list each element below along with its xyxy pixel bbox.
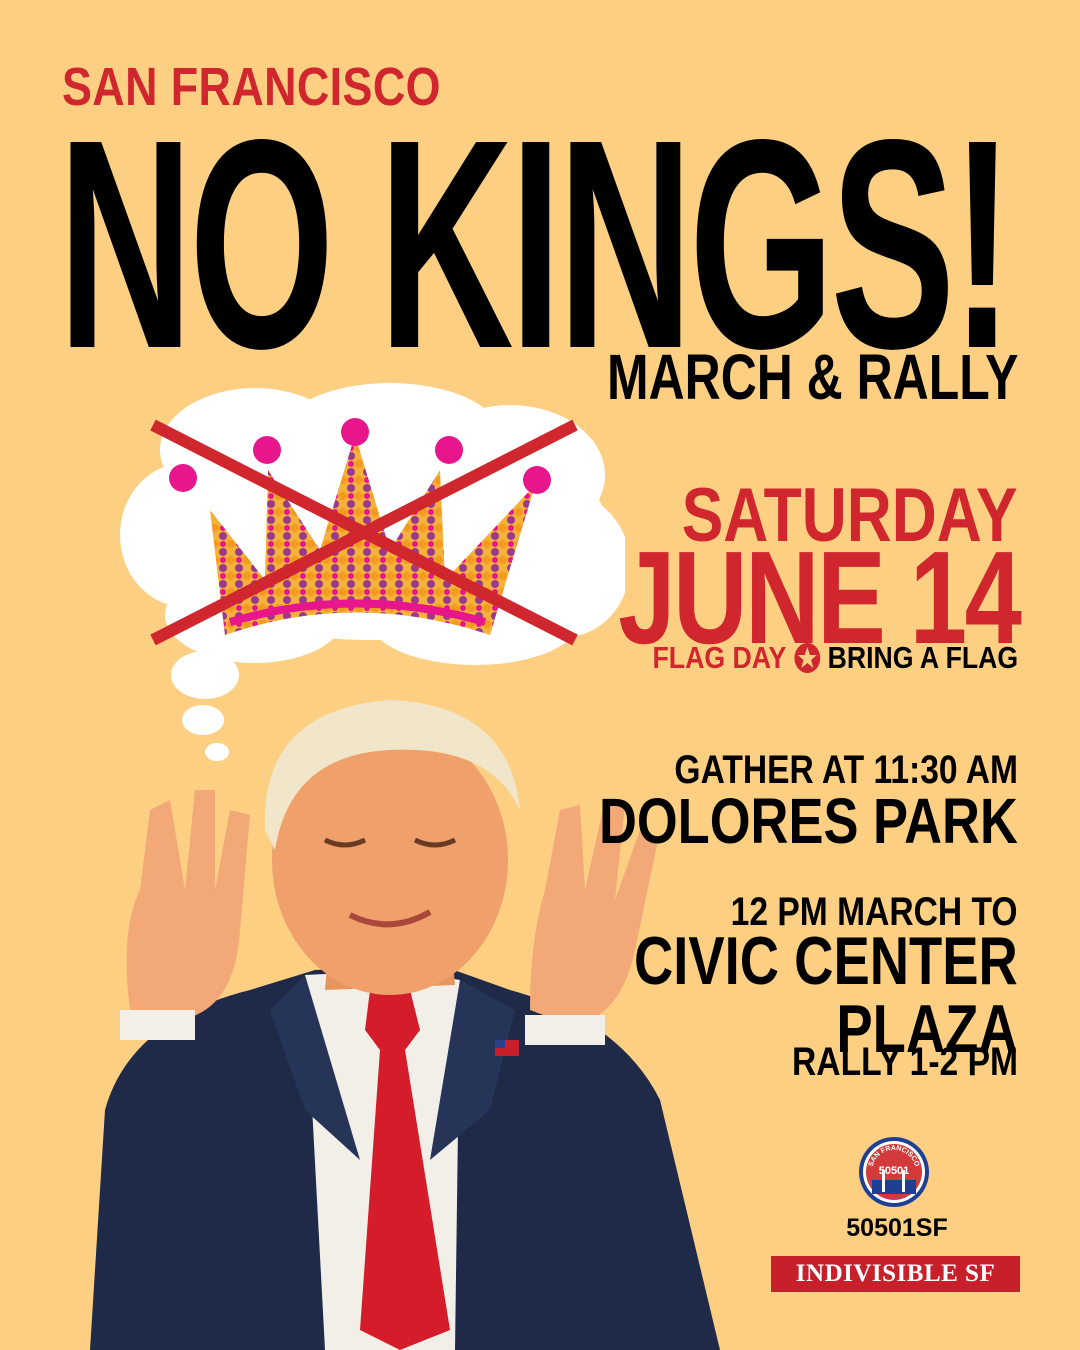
- star-icon: [793, 643, 820, 673]
- poster: SAN FRANCISCO NO KINGS! MARCH & RALLY SA…: [0, 0, 1080, 1350]
- rally-time: RALLY 1-2 PM: [792, 1040, 1018, 1084]
- indivisible-badge: INDIVISIBLE SF: [771, 1256, 1020, 1292]
- flag-day-label: FLAG DAY: [652, 640, 787, 675]
- bring-flag-label: BRING A FLAG: [827, 640, 1018, 675]
- gather-place: DOLORES PARK: [599, 785, 1018, 857]
- flag-line: FLAG DAY BRING A FLAG: [652, 640, 1018, 676]
- march-destination-line1: CIVIC CENTER: [634, 923, 1018, 999]
- 50501-logo: SAN FRANCISCO 50501: [859, 1137, 929, 1207]
- org-name: 50501SF: [846, 1214, 948, 1242]
- subhead: MARCH & RALLY: [606, 341, 1018, 413]
- logo-number: 50501: [879, 1165, 910, 1177]
